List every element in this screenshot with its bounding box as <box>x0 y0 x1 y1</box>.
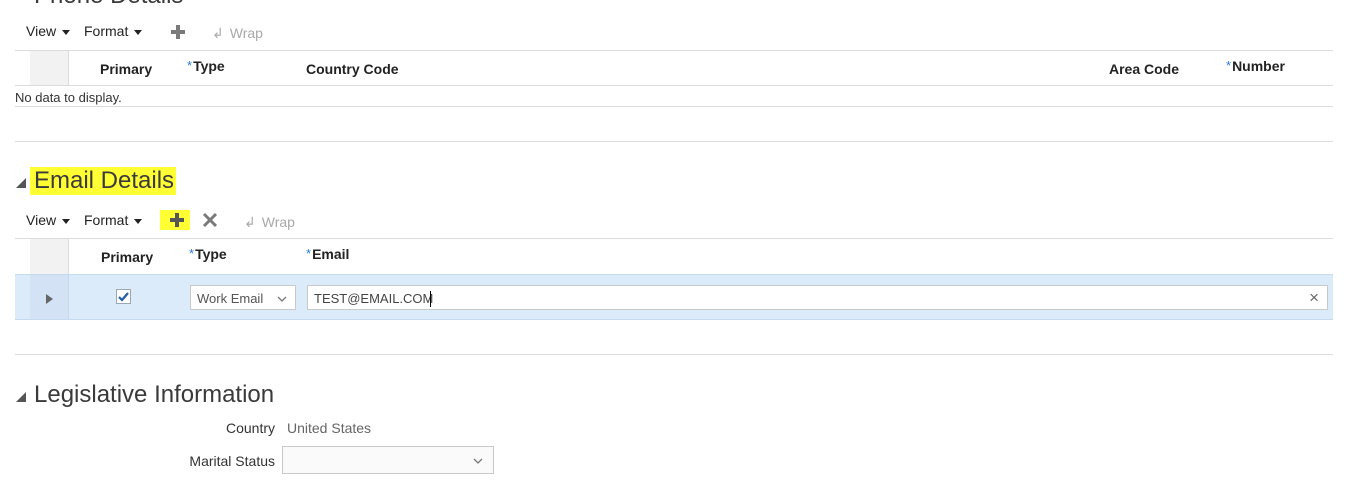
email-input[interactable]: TEST@EMAIL.COM × <box>307 285 1328 310</box>
plus-icon <box>170 213 184 227</box>
phone-table-top-border <box>15 50 1333 51</box>
phone-wrap-button[interactable]: ↲ Wrap <box>212 25 263 42</box>
email-wrap-label: Wrap <box>261 214 295 230</box>
section-separator <box>15 354 1333 355</box>
email-col-type-label: Type <box>195 246 227 262</box>
email-input-value: TEST@EMAIL.COM <box>314 291 434 306</box>
phone-col-number[interactable]: *Number <box>1226 58 1285 74</box>
email-collapse-toggle[interactable] <box>16 175 26 188</box>
email-table-header-gutter <box>30 239 68 274</box>
phone-col-primary[interactable]: Primary <box>100 61 152 77</box>
phone-table-bottom-border <box>15 106 1333 107</box>
email-add-button[interactable] <box>160 210 190 230</box>
email-col-email[interactable]: *Email <box>306 246 349 262</box>
checkmark-icon <box>118 292 129 302</box>
phone-add-button[interactable] <box>170 24 186 40</box>
row-gutter-divider <box>68 275 69 319</box>
phone-gutter-divider <box>68 51 69 85</box>
phone-col-type[interactable]: *Type <box>187 58 225 74</box>
country-value: United States <box>287 420 372 436</box>
phone-format-label: Format <box>84 23 129 39</box>
phone-empty-message: No data to display. <box>15 90 122 105</box>
email-delete-button[interactable] <box>202 212 218 228</box>
legislative-collapse-toggle[interactable] <box>16 389 26 402</box>
primary-checkbox[interactable] <box>116 289 131 304</box>
phone-format-menu[interactable]: Format <box>84 23 143 39</box>
row-expand-toggle[interactable] <box>46 291 54 304</box>
phone-col-country-code[interactable]: Country Code <box>306 61 399 77</box>
chevron-down-icon <box>62 29 71 35</box>
phone-view-menu[interactable]: View <box>26 23 71 39</box>
chevron-down-icon <box>62 218 71 224</box>
email-col-email-label: Email <box>312 246 350 262</box>
country-label: Country <box>225 420 275 436</box>
wrap-icon: ↲ <box>212 25 224 41</box>
phone-col-number-label: Number <box>1232 58 1285 74</box>
chevron-down-icon <box>134 218 143 224</box>
marital-status-label: Marital Status <box>189 453 275 469</box>
email-view-menu[interactable]: View <box>26 212 71 228</box>
text-cursor <box>430 291 431 307</box>
chevron-down-icon <box>277 296 287 302</box>
phone-col-type-label: Type <box>193 58 225 74</box>
email-wrap-button[interactable]: ↲ Wrap <box>244 214 295 231</box>
triangle-down-icon <box>16 392 26 402</box>
phone-details-title: Phone Details <box>34 0 183 10</box>
email-gutter-divider <box>68 239 69 274</box>
section-separator <box>15 141 1333 142</box>
email-details-title: Email Details <box>30 167 177 195</box>
required-marker: * <box>1226 58 1232 73</box>
triangle-right-icon <box>46 294 53 304</box>
email-table-top-border <box>15 238 1333 239</box>
email-format-menu[interactable]: Format <box>84 212 143 228</box>
plus-icon <box>171 25 185 39</box>
wrap-icon: ↲ <box>244 214 256 230</box>
email-col-type[interactable]: *Type <box>189 246 227 262</box>
clear-icon[interactable]: × <box>1309 288 1319 308</box>
phone-header-bottom-border <box>15 85 1333 86</box>
phone-wrap-label: Wrap <box>229 25 263 41</box>
legislative-information-title: Legislative Information <box>34 381 275 408</box>
type-select-value: Work Email <box>197 291 264 306</box>
phone-table-header-gutter <box>30 51 68 85</box>
email-col-primary[interactable]: Primary <box>101 249 153 265</box>
email-format-label: Format <box>84 212 129 228</box>
type-select[interactable]: Work Email <box>190 285 296 310</box>
chevron-down-icon <box>473 458 483 464</box>
close-icon <box>202 212 218 228</box>
required-marker: * <box>189 246 195 261</box>
phone-col-area-code[interactable]: Area Code <box>1109 61 1179 77</box>
triangle-down-icon <box>16 178 26 188</box>
marital-status-select[interactable] <box>282 446 494 474</box>
required-marker: * <box>306 246 312 261</box>
required-marker: * <box>187 58 193 73</box>
phone-view-label: View <box>26 23 57 39</box>
email-view-label: View <box>26 212 57 228</box>
chevron-down-icon <box>134 29 143 35</box>
